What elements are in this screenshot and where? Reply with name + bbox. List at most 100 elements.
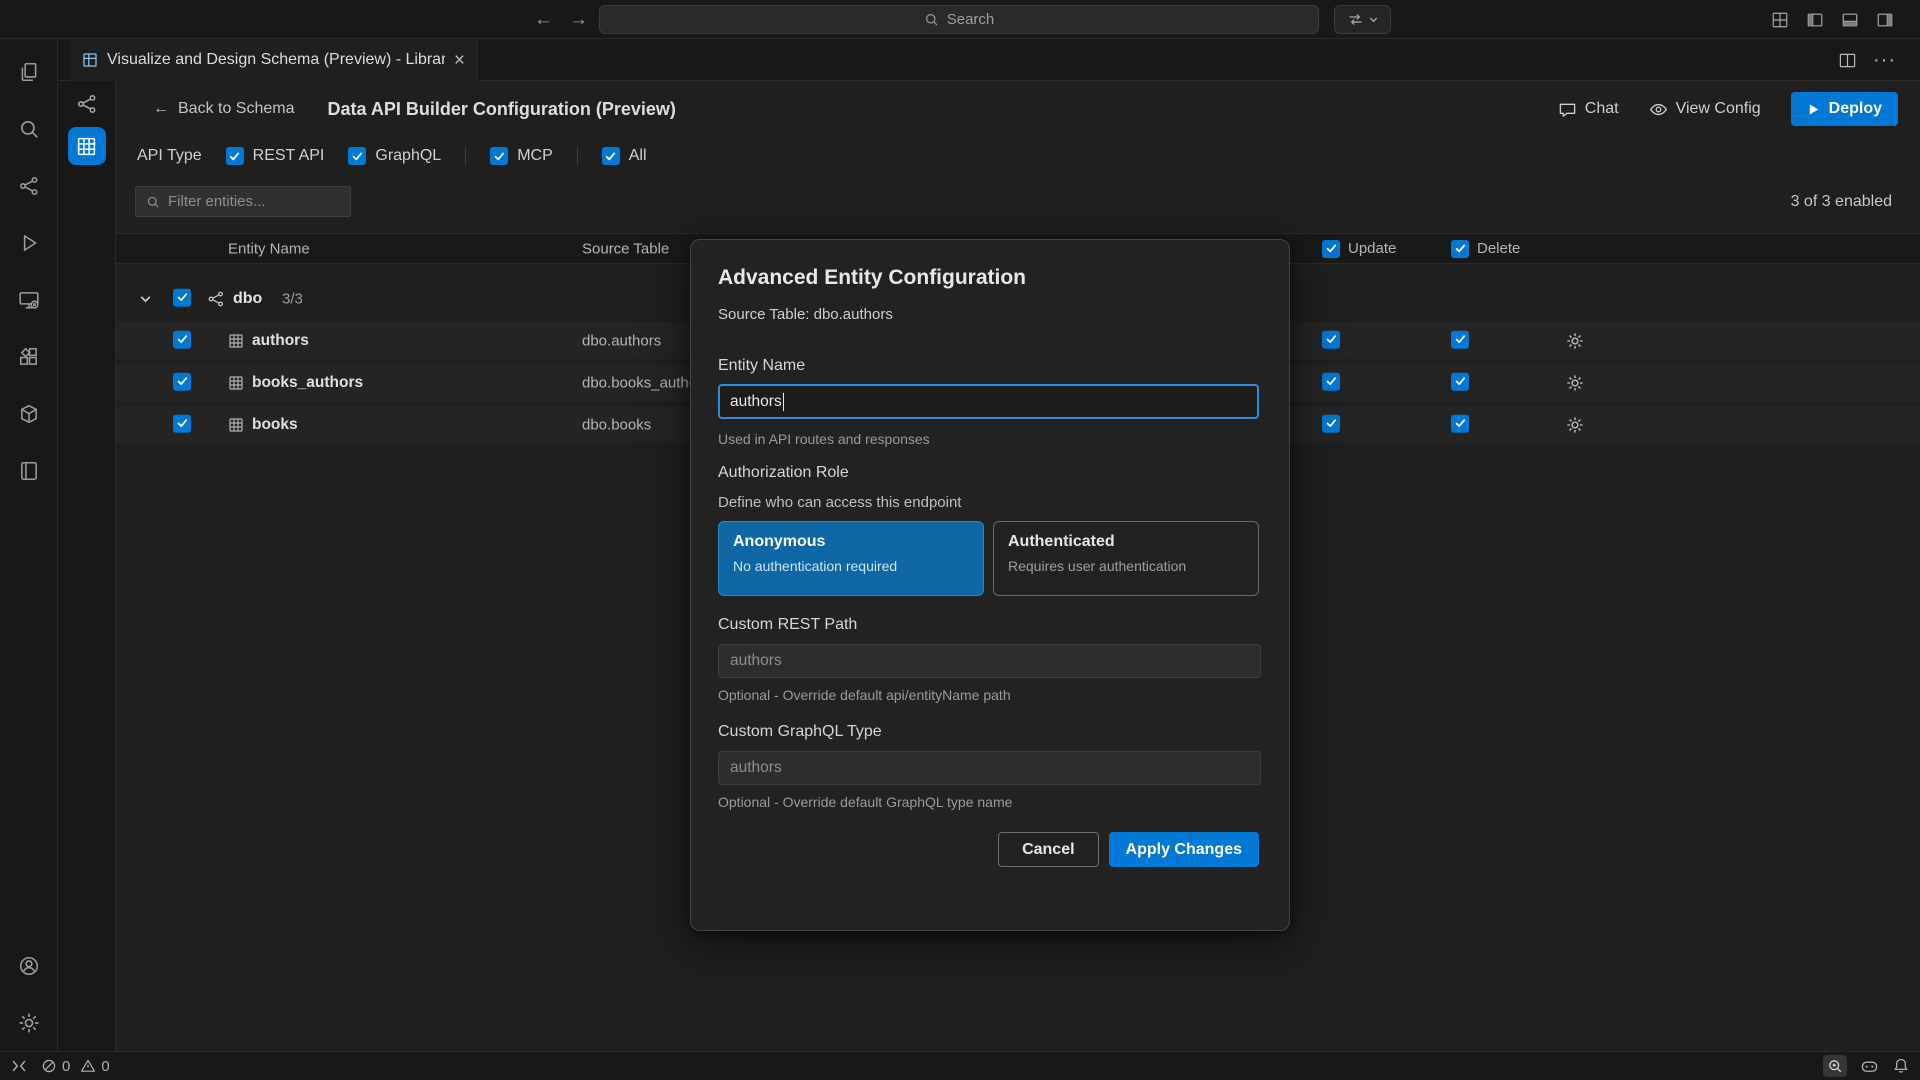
entity-filter-row: 3 of 3 enabled xyxy=(135,186,1892,217)
authenticated-title: Authenticated xyxy=(1008,533,1244,551)
auth-option-authenticated[interactable]: Authenticated Requires user authenticati… xyxy=(993,521,1259,596)
col-source-table: Source Table xyxy=(582,240,669,257)
more-actions-icon[interactable]: ··· xyxy=(1873,49,1896,72)
session-toggle-button[interactable] xyxy=(1334,5,1391,34)
toggle-secondary-sidebar-icon[interactable] xyxy=(1876,11,1894,29)
swap-arrows-icon xyxy=(1347,11,1364,28)
row-checkbox[interactable] xyxy=(173,330,191,351)
rest-api-checkbox[interactable] xyxy=(226,147,244,165)
custom-graphql-type-label: Custom GraphQL Type xyxy=(718,723,1259,741)
delete-header-label: Delete xyxy=(1477,240,1520,257)
group-name: dbo xyxy=(233,290,262,308)
filter-graphql[interactable]: GraphQL xyxy=(348,147,441,165)
copilot-status-icon[interactable] xyxy=(1860,1057,1879,1076)
command-center-search[interactable]: Search xyxy=(599,5,1319,34)
delete-checkbox[interactable] xyxy=(1451,372,1469,393)
extensions-icon[interactable] xyxy=(0,328,58,385)
row-checkbox[interactable] xyxy=(173,372,191,393)
update-checkbox[interactable] xyxy=(1322,414,1340,435)
warning-icon xyxy=(80,1058,96,1074)
history-back-icon[interactable]: ← xyxy=(534,9,553,31)
apply-changes-button[interactable]: Apply Changes xyxy=(1109,832,1259,867)
source-table: dbo.authors xyxy=(582,332,661,349)
remote-indicator-icon[interactable] xyxy=(10,1057,28,1075)
data-api-builder-view-button[interactable] xyxy=(68,127,106,165)
auth-option-anonymous[interactable]: Anonymous No authentication required xyxy=(718,521,984,596)
enabled-count: 3 of 3 enabled xyxy=(1791,193,1892,211)
dialog-source-table: Source Table: dbo.authors xyxy=(718,306,1259,323)
delete-all-checkbox[interactable] xyxy=(1451,240,1469,258)
notifications-bell-icon[interactable] xyxy=(1892,1057,1910,1075)
authorization-role-help: Define who can access this endpoint xyxy=(718,494,1259,511)
notebook-icon[interactable] xyxy=(0,442,58,499)
chat-label: Chat xyxy=(1585,100,1619,118)
api-type-label: API Type xyxy=(137,147,202,165)
filter-entities-input[interactable] xyxy=(168,193,328,210)
divider xyxy=(465,147,466,165)
graphql-checkbox[interactable] xyxy=(348,147,366,165)
filter-all[interactable]: All xyxy=(602,147,647,165)
zoom-indicator-icon[interactable] xyxy=(1823,1055,1847,1077)
text-caret xyxy=(783,393,785,411)
advanced-entity-configuration-dialog: Advanced Entity Configuration Source Tab… xyxy=(690,239,1290,931)
entity-name-input[interactable]: authors xyxy=(718,384,1259,419)
all-checkbox[interactable] xyxy=(602,147,620,165)
schema-designer-view-icon[interactable] xyxy=(76,93,98,115)
tab-visualize-design-schema[interactable]: Visualize and Design Schema (Preview) - … xyxy=(70,39,478,81)
custom-graphql-type-input[interactable] xyxy=(718,751,1261,785)
custom-rest-path-input[interactable] xyxy=(718,644,1261,678)
update-all-checkbox[interactable] xyxy=(1322,240,1340,258)
tab-close-icon[interactable]: × xyxy=(454,51,465,70)
col-entity-name: Entity Name xyxy=(228,240,310,257)
problems-indicator[interactable]: 0 0 xyxy=(41,1058,110,1075)
delete-checkbox[interactable] xyxy=(1451,414,1469,435)
vscode-window: ← → Search xyxy=(0,0,1920,1080)
search-sidebar-icon[interactable] xyxy=(0,100,58,157)
chat-button[interactable]: Chat xyxy=(1558,100,1619,119)
status-bar: 0 0 xyxy=(0,1051,1920,1080)
account-icon[interactable] xyxy=(0,937,58,994)
back-to-schema-button[interactable]: ← Back to Schema xyxy=(153,100,295,118)
customize-layout-icon[interactable] xyxy=(1771,11,1789,29)
connections-icon[interactable] xyxy=(0,271,58,328)
history-forward-icon[interactable]: → xyxy=(569,9,588,31)
run-debug-icon[interactable] xyxy=(0,214,58,271)
filter-search-icon xyxy=(146,195,160,209)
title-bar: ← → Search xyxy=(0,0,1920,39)
filter-rest-api[interactable]: REST API xyxy=(226,147,325,165)
files-icon[interactable] xyxy=(0,43,58,100)
custom-rest-path-label: Custom REST Path xyxy=(718,616,1259,634)
collapse-chevron-icon[interactable] xyxy=(138,291,153,306)
authorization-role-label: Authorization Role xyxy=(718,464,1259,482)
row-checkbox[interactable] xyxy=(173,414,191,435)
update-checkbox[interactable] xyxy=(1322,330,1340,351)
row-settings-gear-icon[interactable] xyxy=(1566,416,1584,434)
row-settings-gear-icon[interactable] xyxy=(1566,374,1584,392)
database-projects-icon[interactable] xyxy=(0,385,58,442)
update-header-label: Update xyxy=(1348,240,1396,257)
settings-gear-icon[interactable] xyxy=(0,994,58,1051)
toggle-sidebar-icon[interactable] xyxy=(1806,11,1824,29)
divider xyxy=(577,147,578,165)
authenticated-desc: Requires user authentication xyxy=(1008,558,1244,574)
deploy-button[interactable]: Deploy xyxy=(1791,92,1898,126)
entity-name-help: Used in API routes and responses xyxy=(718,431,1259,447)
search-icon xyxy=(924,12,939,27)
toggle-panel-icon[interactable] xyxy=(1841,11,1859,29)
schema-visualizer-icon[interactable] xyxy=(0,157,58,214)
entity-filter-box xyxy=(135,186,351,217)
back-label: Back to Schema xyxy=(178,100,295,118)
view-config-button[interactable]: View Config xyxy=(1649,100,1761,119)
delete-checkbox[interactable] xyxy=(1451,330,1469,351)
mcp-checkbox[interactable] xyxy=(490,147,508,165)
custom-rest-path-help: Optional - Override default api/entityNa… xyxy=(718,687,1259,703)
table-icon xyxy=(228,417,244,433)
update-checkbox[interactable] xyxy=(1322,372,1340,393)
group-checkbox[interactable] xyxy=(173,288,191,309)
chevron-down-icon xyxy=(1368,14,1379,25)
split-editor-icon[interactable] xyxy=(1838,51,1857,70)
chat-icon xyxy=(1558,100,1577,119)
row-settings-gear-icon[interactable] xyxy=(1566,332,1584,350)
cancel-button[interactable]: Cancel xyxy=(998,832,1098,867)
filter-mcp[interactable]: MCP xyxy=(490,147,553,165)
